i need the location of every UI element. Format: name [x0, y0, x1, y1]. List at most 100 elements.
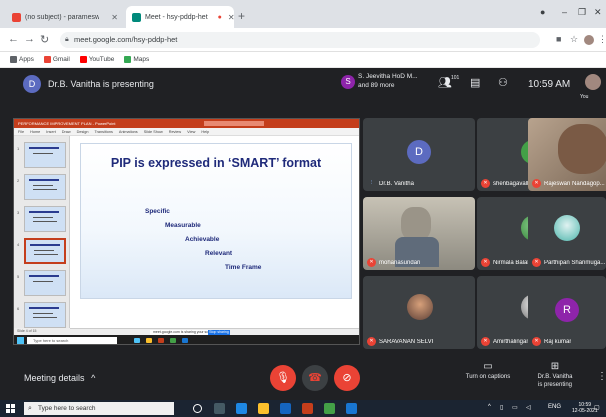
taskbar-search-input[interactable]: ⌕ Type here to search: [24, 402, 174, 415]
minimize-button[interactable]: –: [562, 7, 567, 17]
ppt-menu-item[interactable]: View: [187, 130, 195, 134]
ppt-menu-item[interactable]: File: [18, 130, 24, 134]
powerpoint-icon[interactable]: [302, 403, 313, 414]
lock-icon: 🔒︎: [65, 36, 69, 43]
cortana-icon[interactable]: [193, 404, 202, 413]
battery-icon[interactable]: ▭: [512, 404, 518, 411]
search-icon: ⌕: [28, 405, 32, 412]
attendee-summary[interactable]: S. Jeevitha HoD M... and 89 more: [358, 72, 418, 90]
activities-icon[interactable]: ⚇: [498, 76, 508, 89]
participant-name: SARAVANAN SELVI: [379, 339, 434, 345]
ppt-menu-item[interactable]: Insert: [46, 130, 56, 134]
tab-meet[interactable]: Meet - hsy-pddp-het ● ✕: [126, 6, 235, 28]
chevron-up-icon: ^: [91, 373, 96, 383]
network-icon[interactable]: ▯: [500, 404, 503, 411]
slide-thumbnail[interactable]: [24, 206, 66, 232]
bookmark-youtube[interactable]: YouTube: [79, 55, 114, 63]
close-icon[interactable]: ✕: [228, 13, 235, 22]
new-tab-button[interactable]: +: [238, 9, 245, 23]
ppt-menu-item[interactable]: Home: [30, 130, 40, 134]
participant-name: Raj kumar: [544, 339, 572, 345]
slide-thumbnail[interactable]: [24, 174, 66, 200]
close-window-button[interactable]: ✕: [594, 7, 602, 18]
self-avatar[interactable]: [585, 74, 601, 90]
store-icon[interactable]: [280, 403, 291, 414]
tab-label: Meet - hsy-pddp-het: [145, 13, 208, 21]
address-bar[interactable]: 🔒︎ meet.google.com/hsy-pddp-het: [60, 32, 540, 48]
tray-up-icon[interactable]: ^: [488, 404, 491, 410]
participant-tile-video[interactable]: ✕ mohanasundari: [363, 197, 475, 270]
camera-off-icon: ⊘: [342, 372, 352, 384]
participant-video: [401, 207, 431, 241]
participant-name: Rajeswari Nandagop...: [544, 181, 605, 187]
app-icon: [134, 338, 140, 343]
slide-thumbnail[interactable]: [24, 302, 66, 328]
captions-button[interactable]: ▭ Turn on captions: [458, 362, 518, 381]
edge-icon[interactable]: [236, 403, 247, 414]
bookmark-apps[interactable]: Apps: [10, 55, 34, 63]
file-explorer-icon[interactable]: [258, 403, 269, 414]
maximize-button[interactable]: ❐: [578, 7, 586, 18]
camera-icon[interactable]: ■: [556, 34, 561, 44]
ppt-menu-item[interactable]: Review: [169, 130, 181, 134]
participant-tile[interactable]: ✕ Parthipan Shanmuga...: [528, 197, 606, 270]
participant-photo: [407, 294, 433, 320]
mic-toggle-button[interactable]: 🎙︎: [270, 365, 296, 391]
ppt-menu-item[interactable]: Transitions: [94, 130, 112, 134]
participant-tile-video[interactable]: ✕ Rajeswari Nandagop...: [528, 118, 606, 191]
chrome-icon[interactable]: [324, 403, 335, 414]
reload-icon[interactable]: ↻: [40, 33, 49, 46]
volume-icon[interactable]: ◁: [526, 404, 531, 411]
bookmark-gmail[interactable]: Gmail: [43, 55, 70, 63]
people-icon[interactable]: 👥︎: [438, 76, 452, 89]
end-call-button[interactable]: ☎︎: [302, 365, 328, 391]
attendee-avatar: S: [341, 75, 355, 89]
windows-start-button[interactable]: [6, 404, 16, 414]
close-icon[interactable]: ✕: [111, 13, 118, 22]
app-icon: [182, 338, 188, 343]
participant-tile[interactable]: D ⫶ Dr.B. Vanitha: [363, 118, 475, 191]
bookmark-maps[interactable]: Maps: [124, 55, 149, 63]
shared-taskbar-search: Type here to search: [27, 337, 117, 344]
slide-thumbnail-pane: 1 2 3 4 5 6: [14, 136, 70, 328]
star-icon[interactable]: ☆: [570, 34, 578, 45]
slide-thumbnail[interactable]: [24, 270, 66, 296]
mic-off-icon: ✕: [481, 337, 490, 346]
ppt-menu-item[interactable]: Help: [201, 130, 209, 134]
meeting-details-button[interactable]: Meeting details ^: [24, 373, 95, 383]
menu-dots-icon[interactable]: ⋮: [598, 34, 606, 45]
browser-toolbar: ← → ↻ 🔒︎ meet.google.com/hsy-pddp-het ■ …: [0, 28, 606, 52]
ppt-status-bar: Slide 4 of 15: [14, 328, 70, 335]
profile-circle-icon[interactable]: ●: [540, 7, 545, 17]
ppt-menu-item[interactable]: Animations: [119, 130, 138, 134]
ppt-menu-item[interactable]: Draw: [62, 130, 71, 134]
participant-tile[interactable]: R ✕ Raj kumar: [528, 276, 606, 349]
gmail-icon: [12, 12, 21, 22]
mic-off-icon: ✕: [367, 337, 376, 346]
notifications-icon[interactable]: ▢: [594, 404, 600, 411]
participant-tile[interactable]: ✕ SARAVANAN SELVI: [363, 276, 475, 349]
profile-avatar[interactable]: [584, 35, 594, 45]
forward-arrow-icon[interactable]: →: [24, 33, 35, 45]
ppt-menu-item[interactable]: Design: [77, 130, 89, 134]
more-options-icon[interactable]: ⋮: [597, 371, 606, 382]
ppt-menu-item[interactable]: Slide Show: [144, 130, 163, 134]
chat-icon[interactable]: ▤: [470, 76, 480, 89]
language-indicator[interactable]: ENG: [548, 404, 561, 410]
presentation-button[interactable]: ⊞ Dr.B. Vanitha is presenting: [532, 361, 578, 389]
task-view-icon[interactable]: [214, 403, 225, 414]
camera-toggle-button[interactable]: ⊘: [334, 365, 360, 391]
meeting-clock: 10:59 AM: [528, 79, 571, 90]
smart-item: Relevant: [205, 250, 233, 257]
smart-item: Specific: [145, 208, 170, 215]
hang-up-icon: ☎︎: [308, 372, 322, 384]
address-text: meet.google.com/hsy-pddp-het: [74, 35, 178, 44]
tab-gmail[interactable]: (no subject) - parameswarikanag ✕: [6, 6, 124, 28]
back-arrow-icon[interactable]: ←: [8, 33, 19, 45]
slide-thumbnail[interactable]: [24, 142, 66, 168]
slide-thumbnail-selected[interactable]: [24, 238, 66, 264]
ppt-search-box[interactable]: [204, 121, 264, 126]
word-icon[interactable]: [346, 403, 357, 414]
shared-screen: PERFORMANCE IMPROVEMENT PLAN - PowerPoin…: [13, 118, 360, 345]
present-icon: ⊞: [550, 361, 560, 372]
